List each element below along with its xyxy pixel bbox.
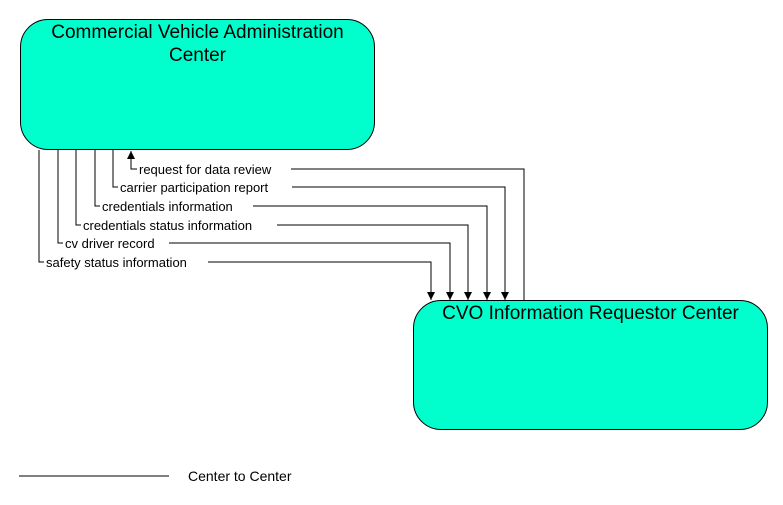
flow-label: credentials status information (83, 218, 252, 233)
flow-diagram: request for data review carrier particip… (19, 150, 525, 477)
arrowhead-icon (464, 292, 472, 300)
flow-label: carrier participation report (120, 180, 269, 195)
arrowhead-icon (127, 151, 135, 159)
flow-label: request for data review (139, 162, 272, 177)
flow-label: safety status information (46, 255, 187, 270)
legend-label: Center to Center (188, 468, 292, 484)
arrowhead-icon (483, 292, 491, 300)
arrowhead-icon (427, 292, 435, 300)
arrowhead-icon (501, 292, 509, 300)
arrowhead-icon (446, 292, 454, 300)
flow-label: credentials information (102, 199, 233, 214)
flow-label: cv driver record (65, 236, 155, 251)
